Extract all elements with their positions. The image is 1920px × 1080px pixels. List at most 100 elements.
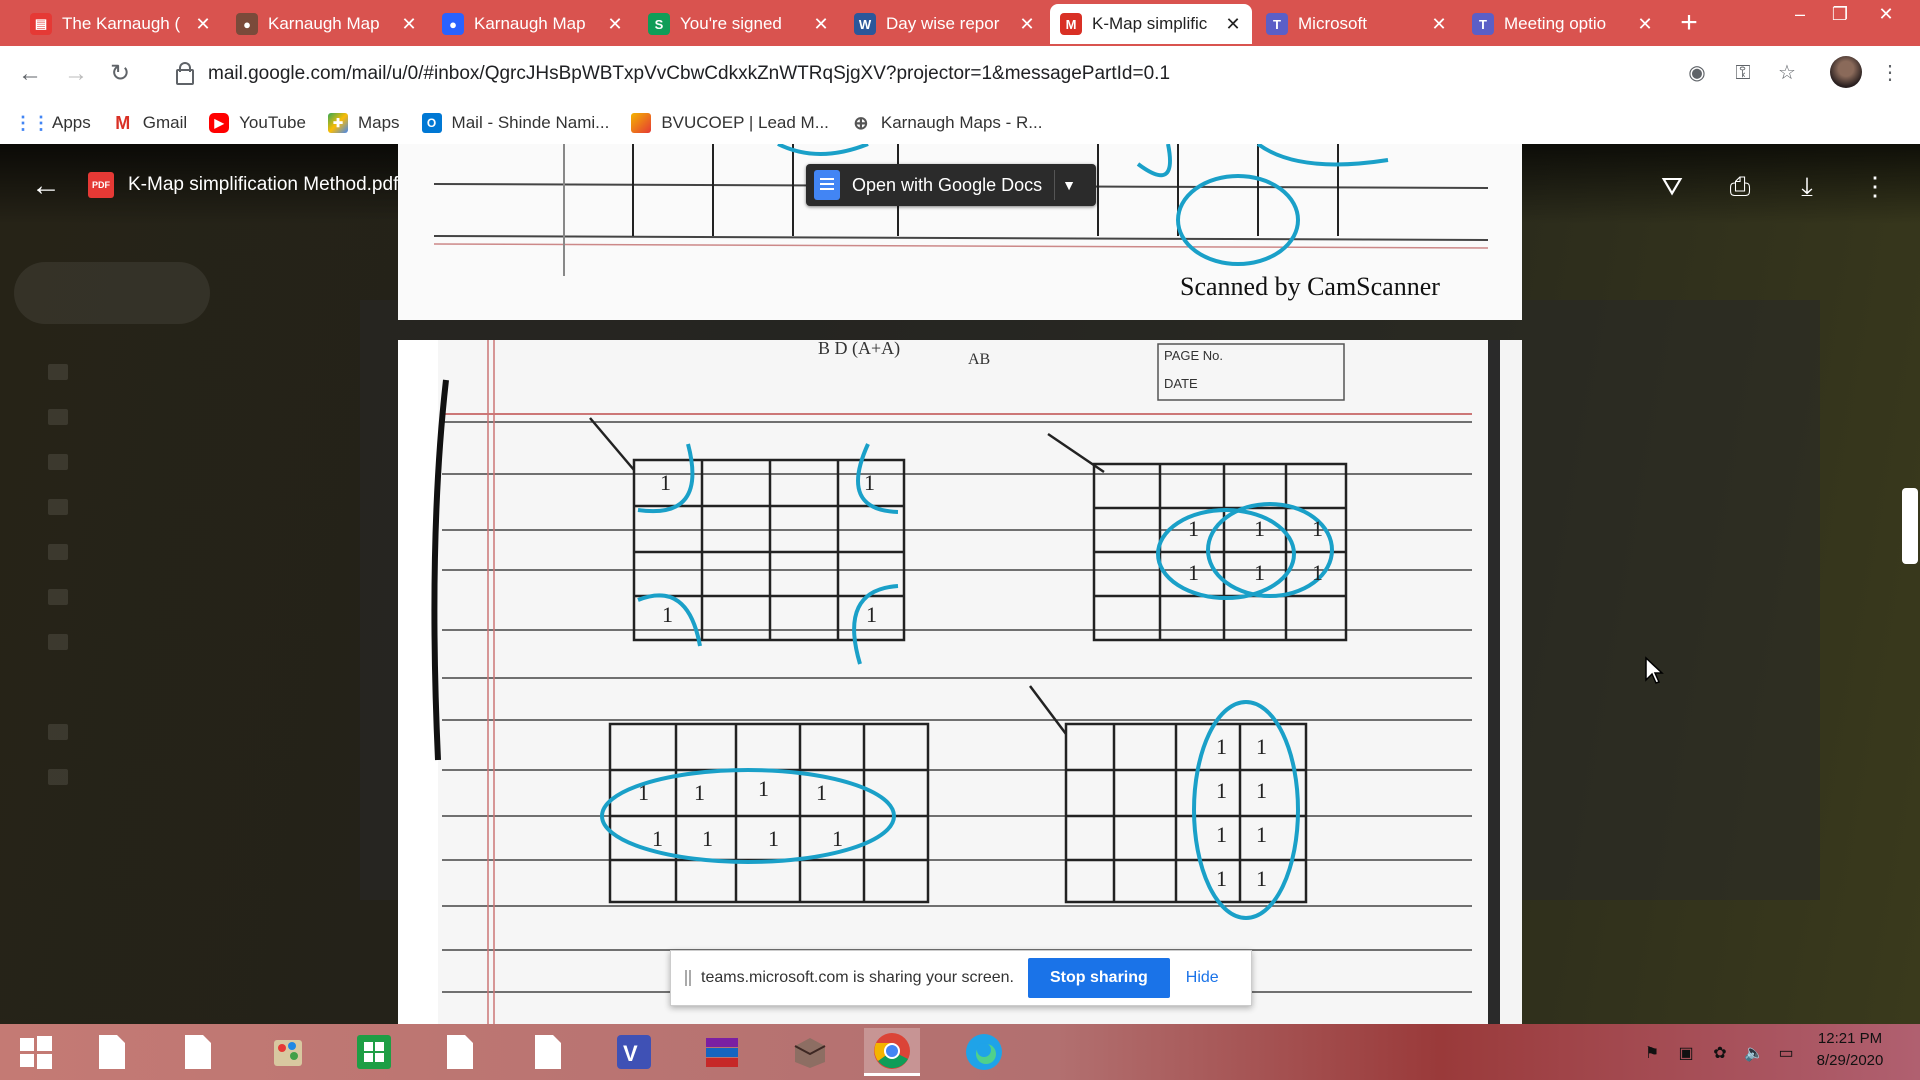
taskbar-visual-app[interactable]: V (606, 1028, 662, 1076)
svg-text:1: 1 (1312, 516, 1323, 541)
close-tab-icon[interactable]: ✕ (1636, 14, 1654, 35)
tab-5[interactable]: W Day wise repor ✕ (844, 4, 1046, 44)
tab-label: Day wise repor (886, 14, 1000, 33)
gmail-nav-item (48, 585, 90, 609)
minimize-button[interactable]: – (1780, 0, 1820, 30)
new-tab-button[interactable]: + (1672, 6, 1706, 40)
taskbar-file-app[interactable] (84, 1028, 140, 1076)
tab-8[interactable]: T Meeting optio ✕ (1462, 4, 1664, 44)
network-icon[interactable]: ▭ (1774, 1042, 1798, 1066)
svg-text:1: 1 (1256, 822, 1267, 847)
taskbar-paint-app[interactable] (260, 1028, 316, 1076)
svg-text:V: V (623, 1041, 638, 1066)
mouse-cursor-icon (1645, 656, 1664, 684)
svg-text:1: 1 (1216, 778, 1227, 803)
print-icon[interactable]: ⎙ (1720, 166, 1760, 206)
chevron-down-icon[interactable]: ▼ (1055, 177, 1083, 193)
more-options-icon[interactable]: ⋮ (1855, 166, 1895, 206)
forward-button[interactable]: → (60, 58, 92, 90)
screen-share-banner: teams.microsoft.com is sharing your scre… (670, 950, 1252, 1006)
key-icon[interactable]: ⚿ (1728, 58, 1758, 88)
spreadsheet-icon (357, 1035, 391, 1069)
back-button[interactable]: ← (14, 58, 46, 90)
profile-avatar[interactable] (1830, 56, 1862, 88)
bookmark-outlook[interactable]: O Mail - Shinde Nami... (421, 113, 609, 133)
tab-7[interactable]: T Microsoft ✕ (1256, 4, 1458, 44)
v4-app-icon: V (617, 1035, 651, 1069)
star-icon[interactable]: ☆ (1772, 58, 1802, 88)
svg-text:1: 1 (832, 826, 843, 851)
bookmark-gmail[interactable]: M Gmail (113, 113, 187, 133)
stop-sharing-button[interactable]: Stop sharing (1028, 958, 1170, 998)
file-icon (535, 1035, 561, 1069)
drag-handle[interactable] (685, 970, 691, 986)
tab-3[interactable]: ● Karnaugh Map ✕ (432, 4, 634, 44)
bookmark-karnaugh[interactable]: ⊕ Karnaugh Maps - R... (851, 112, 1042, 133)
taskbar-file-app[interactable] (432, 1028, 488, 1076)
restore-button[interactable]: ❐ (1820, 0, 1860, 30)
tab-label: Microsoft (1298, 14, 1367, 33)
system-clock[interactable]: 12:21 PM 8/29/2020 (1800, 1028, 1900, 1072)
svg-text:1: 1 (1312, 560, 1323, 585)
open-with-docs-button[interactable]: Open with Google Docs ▼ (806, 164, 1096, 206)
tab-4[interactable]: S You're signed ✕ (638, 4, 840, 44)
bookmarks-bar: ⋮⋮ Apps M Gmail ▶ YouTube ✚ Maps O Mail … (0, 102, 1920, 145)
eye-icon[interactable]: ◉ (1682, 58, 1712, 88)
taskbar-excel-app[interactable] (346, 1028, 402, 1076)
taskbar-archive-app[interactable] (782, 1028, 838, 1076)
compose-button (14, 262, 210, 324)
pdf-file-icon: PDF (88, 172, 114, 198)
page-scrollbar[interactable] (1902, 488, 1918, 564)
svg-text:1: 1 (652, 826, 663, 851)
flag-icon[interactable]: ⚑ (1640, 1042, 1664, 1066)
reload-button[interactable]: ↻ (104, 58, 136, 90)
gmail-icon: M (1060, 13, 1082, 35)
svg-text:1: 1 (1216, 822, 1227, 847)
svg-text:B D (A+A): B D (A+A) (818, 340, 900, 359)
tab-2[interactable]: ● Karnaugh Map ✕ (226, 4, 428, 44)
close-tab-icon[interactable]: ✕ (1018, 14, 1036, 35)
google-docs-icon (814, 170, 840, 200)
close-tab-icon[interactable]: ✕ (400, 14, 418, 35)
bookmark-youtube[interactable]: ▶ YouTube (209, 113, 306, 133)
taskbar-edge-app[interactable] (956, 1028, 1012, 1076)
close-window-button[interactable]: ✕ (1866, 0, 1906, 30)
address-bar[interactable]: mail.google.com/mail/u/0/#inbox/QgrcJHsB… (160, 54, 1660, 94)
tab-label: Meeting optio (1504, 14, 1607, 33)
tab-label: The Karnaugh ( (62, 14, 181, 33)
tab-label: You're signed (680, 14, 782, 33)
tab-1[interactable]: ▤ The Karnaugh (✕ (20, 4, 222, 44)
taskbar-chrome-app[interactable] (864, 1028, 920, 1076)
bookmark-maps[interactable]: ✚ Maps (327, 113, 400, 133)
close-tab-icon[interactable]: ✕ (194, 14, 212, 35)
svg-text:1: 1 (702, 826, 713, 851)
hide-banner-link[interactable]: Hide (1186, 969, 1219, 987)
windows-logo-icon (20, 1036, 52, 1069)
download-icon[interactable]: ⤓ (1787, 166, 1827, 206)
add-to-drive-icon[interactable]: ⛛ (1652, 166, 1692, 206)
start-button[interactable] (8, 1028, 64, 1076)
tray-app-icon[interactable]: ✿ (1708, 1042, 1732, 1066)
tray-app-icon[interactable]: ▣ (1674, 1042, 1698, 1066)
taskbar-winrar-app[interactable] (694, 1028, 750, 1076)
gmail-nav-item (48, 630, 90, 654)
taskbar-file-app[interactable] (520, 1028, 576, 1076)
close-tab-icon[interactable]: ✕ (1224, 14, 1242, 35)
teams-icon: T (1266, 13, 1288, 35)
svg-text:AB: AB (968, 351, 990, 368)
close-tab-icon[interactable]: ✕ (606, 14, 624, 35)
clock-date: 8/29/2020 (1816, 1052, 1884, 1069)
browser-menu-icon[interactable]: ⋮ (1875, 58, 1905, 88)
bookmark-bvucoep[interactable]: BVUCOEP | Lead M... (631, 113, 829, 133)
taskbar-file-app[interactable] (170, 1028, 226, 1076)
globe-icon: ⊕ (853, 112, 869, 133)
bookmark-apps[interactable]: ⋮⋮ Apps (14, 113, 91, 133)
close-tab-icon[interactable]: ✕ (812, 14, 830, 35)
volume-icon[interactable]: 🔈 (1742, 1042, 1766, 1066)
tab-6[interactable]: M K-Map simplific ✕ (1050, 4, 1252, 44)
close-viewer-button[interactable]: ← (28, 168, 64, 204)
svg-text:1: 1 (694, 780, 705, 805)
close-tab-icon[interactable]: ✕ (1430, 14, 1448, 35)
svg-text:1: 1 (866, 602, 877, 627)
svg-text:1: 1 (1256, 866, 1267, 891)
